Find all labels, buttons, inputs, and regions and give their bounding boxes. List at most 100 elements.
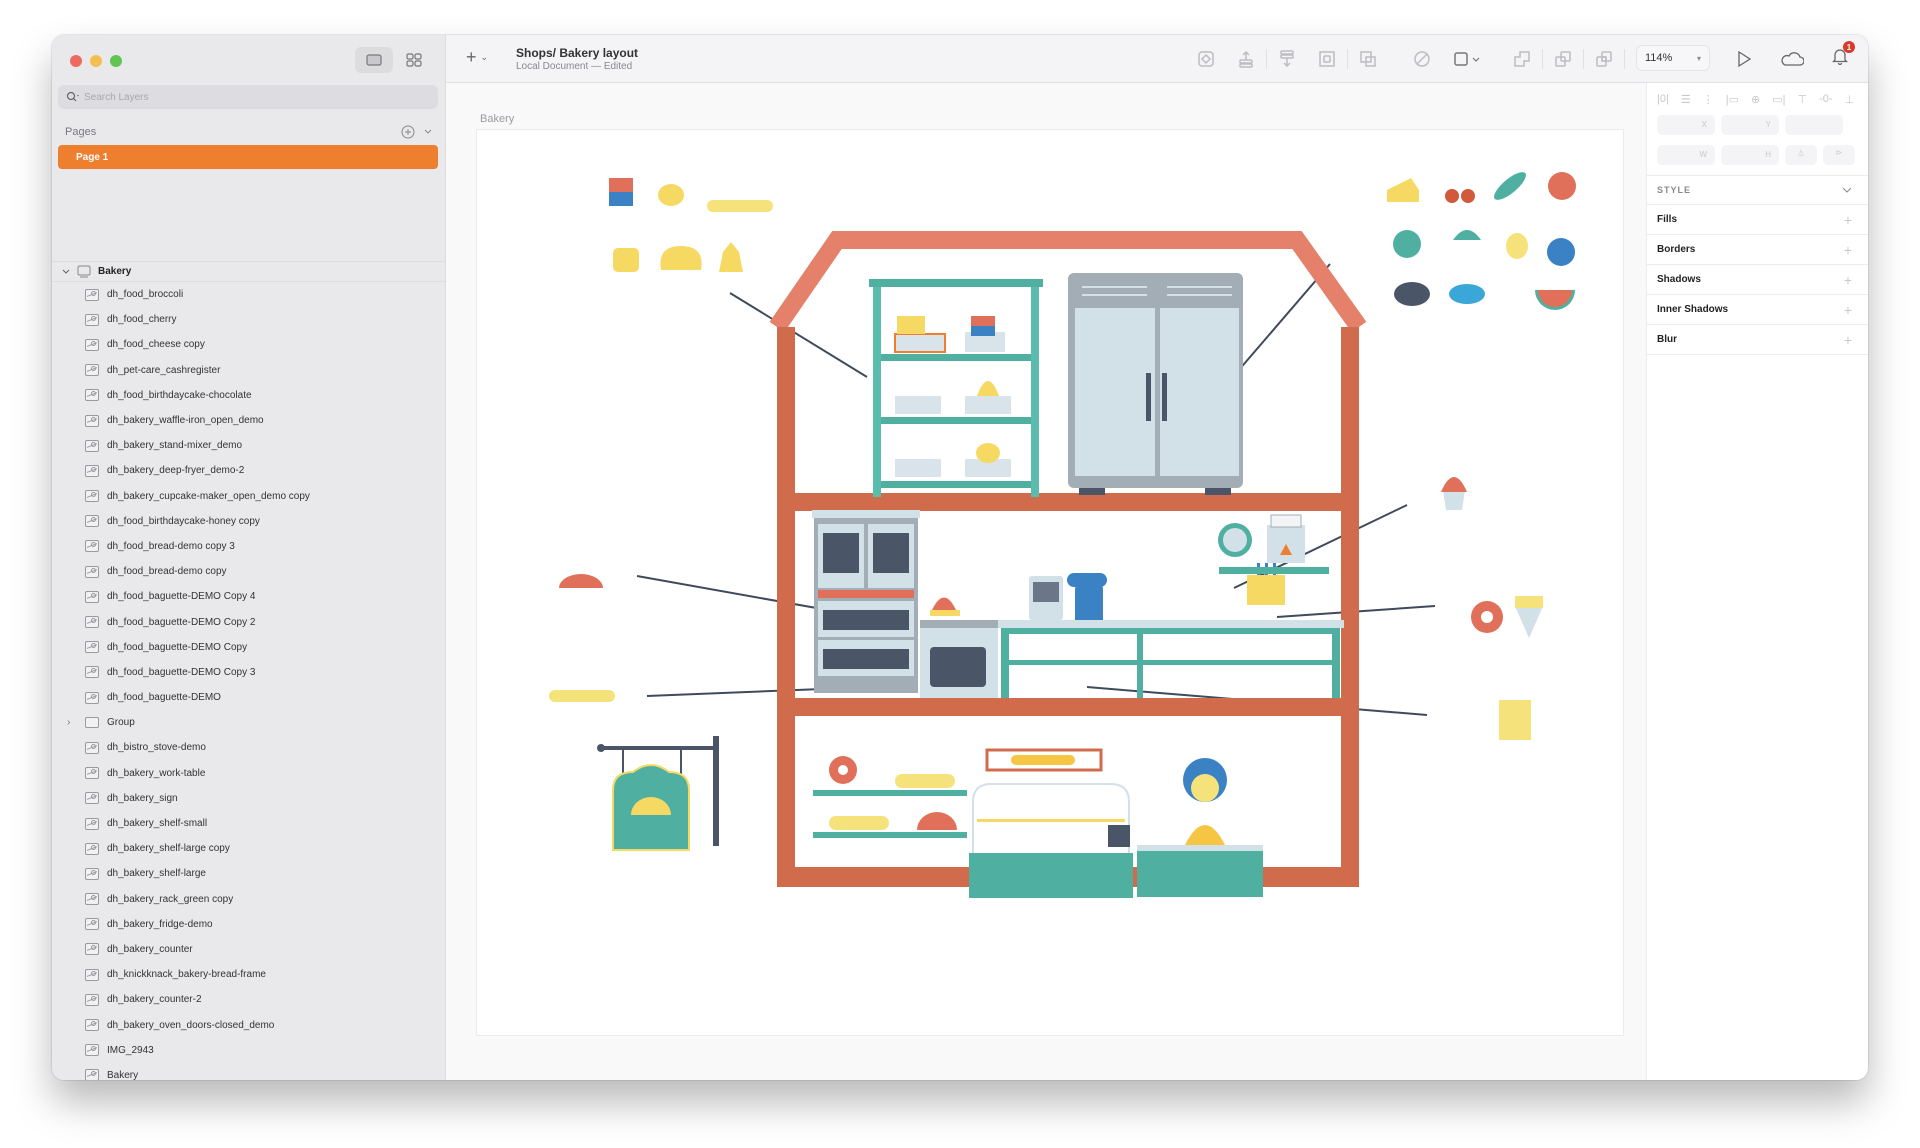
- layer-row[interactable]: dh_food_cherry: [52, 307, 445, 332]
- flip-horizontal-button[interactable]: ⏃: [1785, 145, 1817, 165]
- search-layers-input[interactable]: [84, 91, 404, 103]
- notifications-button[interactable]: 1: [1831, 41, 1855, 70]
- add-icon[interactable]: +: [1844, 302, 1852, 318]
- bring-forward-icon: [1239, 50, 1253, 68]
- layer-row[interactable]: dh_bakery_waffle-iron_open_demo: [52, 408, 445, 433]
- layer-row[interactable]: dh_food_broccoli: [52, 282, 445, 307]
- layer-row[interactable]: dh_bakery_shelf-large copy: [52, 836, 445, 861]
- chevron-right-icon[interactable]: ›: [67, 717, 77, 728]
- add-icon[interactable]: +: [1844, 212, 1852, 228]
- layer-row[interactable]: dh_food_baguette-DEMO Copy 2: [52, 609, 445, 634]
- align-top-icon[interactable]: ⊤: [1797, 93, 1807, 106]
- layer-row[interactable]: Bakery: [52, 1063, 445, 1080]
- layer-row[interactable]: dh_bakery_rack_green copy: [52, 887, 445, 912]
- style-section-fills[interactable]: Fills +: [1647, 205, 1868, 235]
- distribute-horizontal-icon[interactable]: |0|: [1657, 93, 1669, 105]
- style-section-blur[interactable]: Blur +: [1647, 325, 1868, 355]
- eggplant-icon: [1394, 282, 1430, 306]
- style-section-inner-shadows[interactable]: Inner Shadows +: [1647, 295, 1868, 325]
- layer-row[interactable]: dh_food_baguette-DEMO Copy 3: [52, 660, 445, 685]
- align-bottom-icon[interactable]: ⊥: [1845, 93, 1855, 106]
- chevron-down-icon[interactable]: [62, 269, 70, 275]
- add-page-icon[interactable]: [401, 125, 415, 139]
- layer-row[interactable]: dh_bakery_shelf-large: [52, 861, 445, 886]
- layer-row[interactable]: dh_bistro_stove-demo: [52, 735, 445, 760]
- floor-2: [777, 698, 1359, 716]
- mask-button[interactable]: [1307, 47, 1347, 71]
- width-field[interactable]: W: [1657, 145, 1715, 165]
- layer-row[interactable]: dh_bakery_cupcake-maker_open_demo copy: [52, 484, 445, 509]
- artboard-title[interactable]: Bakery: [480, 113, 514, 125]
- layer-row[interactable]: dh_pet-care_cashregister: [52, 358, 445, 383]
- subtract-button[interactable]: [1543, 47, 1583, 71]
- layer-row[interactable]: dh_food_baguette-DEMO Copy: [52, 635, 445, 660]
- layer-row[interactable]: dh_bakery_stand-mixer_demo: [52, 433, 445, 458]
- components-view-button[interactable]: [395, 47, 433, 73]
- layer-row[interactable]: dh_food_baguette-DEMO Copy 4: [52, 584, 445, 609]
- add-icon[interactable]: +: [1844, 272, 1852, 288]
- zoom-select[interactable]: 114% ▾: [1636, 45, 1710, 71]
- layer-row[interactable]: dh_bakery_sign: [52, 786, 445, 811]
- union-button[interactable]: [1502, 47, 1542, 71]
- layer-artboard-bakery[interactable]: Bakery: [52, 262, 445, 282]
- distribute-vertical-icon[interactable]: ☰: [1681, 93, 1691, 106]
- insert-button[interactable]: + ⌄: [466, 47, 488, 68]
- image-icon: [85, 817, 99, 830]
- height-field[interactable]: H: [1721, 145, 1779, 165]
- layer-row[interactable]: dh_food_bread-demo copy 3: [52, 534, 445, 559]
- layer-row[interactable]: › Group: [52, 710, 445, 735]
- align-left-icon[interactable]: |▭: [1726, 93, 1739, 106]
- layer-row[interactable]: dh_bakery_counter: [52, 937, 445, 962]
- layer-row[interactable]: dh_bakery_deep-fryer_demo-2: [52, 458, 445, 483]
- align-middle-icon[interactable]: -0-: [1819, 93, 1832, 105]
- resizing-button[interactable]: [1442, 47, 1494, 71]
- layer-row[interactable]: dh_bakery_oven_doors-closed_demo: [52, 1012, 445, 1037]
- layer-row[interactable]: dh_food_baguette-DEMO: [52, 685, 445, 710]
- collapse-pages-icon[interactable]: [423, 128, 433, 136]
- flip-vertical-button[interactable]: ⊳: [1823, 145, 1855, 165]
- layer-row[interactable]: dh_bakery_work-table: [52, 761, 445, 786]
- bring-forward-button[interactable]: [1226, 47, 1266, 71]
- canvas-view-button[interactable]: [355, 47, 393, 73]
- layer-row[interactable]: dh_food_birthdaycake-chocolate: [52, 383, 445, 408]
- intersect-button[interactable]: [1584, 47, 1624, 71]
- artboard-bakery[interactable]: [476, 129, 1624, 1036]
- y-field[interactable]: Y: [1721, 115, 1779, 135]
- send-backward-button[interactable]: [1267, 47, 1307, 71]
- layer-row[interactable]: IMG_2943: [52, 1038, 445, 1063]
- image-icon: [85, 893, 99, 906]
- zoom-window-button[interactable]: [110, 55, 122, 67]
- style-section-shadows[interactable]: Shadows +: [1647, 265, 1868, 295]
- x-field[interactable]: X: [1657, 115, 1715, 135]
- rotation-field[interactable]: [1785, 115, 1843, 135]
- add-icon[interactable]: +: [1844, 332, 1852, 348]
- layer-row[interactable]: dh_bakery_fridge-demo: [52, 912, 445, 937]
- send-backward-icon: [1280, 50, 1294, 68]
- play-icon[interactable]: [1736, 50, 1752, 68]
- cloud-icon[interactable]: [1780, 51, 1804, 67]
- scale-button[interactable]: [1348, 47, 1388, 71]
- resize-icon: [1454, 52, 1480, 66]
- page-item-page-1[interactable]: Page 1: [58, 145, 438, 169]
- chevron-down-icon[interactable]: [1842, 187, 1852, 194]
- minimize-window-button[interactable]: [90, 55, 102, 67]
- add-icon[interactable]: +: [1844, 242, 1852, 258]
- canvas[interactable]: Bakery: [446, 83, 1647, 1080]
- align-center-icon[interactable]: ⊕: [1751, 93, 1760, 106]
- layer-row[interactable]: dh_food_bread-demo copy: [52, 559, 445, 584]
- pea-pod-icon: [1494, 172, 1526, 200]
- style-header[interactable]: STYLE: [1647, 175, 1868, 205]
- layer-row[interactable]: dh_food_birthdaycake-honey copy: [52, 509, 445, 534]
- style-section-borders[interactable]: Borders +: [1647, 235, 1868, 265]
- flatten-button[interactable]: [1402, 47, 1442, 71]
- align-right-icon[interactable]: ▭|: [1772, 93, 1785, 106]
- search-layers-field[interactable]: [58, 85, 438, 109]
- layer-row[interactable]: dh_bakery_shelf-small: [52, 811, 445, 836]
- create-symbol-button[interactable]: [1186, 47, 1226, 71]
- layer-row[interactable]: dh_knickknack_bakery-bread-frame: [52, 962, 445, 987]
- close-window-button[interactable]: [70, 55, 82, 67]
- more-icon[interactable]: ⋮: [1703, 93, 1714, 106]
- layer-row[interactable]: dh_food_cheese copy: [52, 332, 445, 357]
- layer-row[interactable]: dh_bakery_counter-2: [52, 987, 445, 1012]
- image-icon: [85, 439, 99, 452]
